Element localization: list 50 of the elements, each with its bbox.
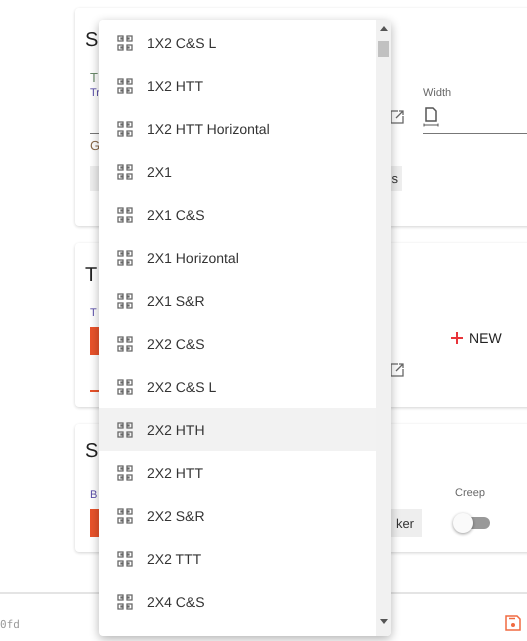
scroll-down-icon[interactable] <box>380 619 388 624</box>
menu-item[interactable]: 1X2 HTT <box>99 64 376 107</box>
menu-item[interactable]: 2X1 <box>99 150 376 193</box>
menu-item[interactable]: 2X2 C&S L <box>99 365 376 408</box>
card-title: S <box>85 28 98 53</box>
field-label: Width <box>423 86 452 100</box>
menu-item[interactable]: 2X1 S&R <box>99 279 376 322</box>
edit-icon[interactable] <box>390 363 404 377</box>
menu-item[interactable]: 1X2 C&S L <box>99 21 376 64</box>
grid-icon <box>117 120 133 136</box>
card-text: T <box>90 70 98 86</box>
field-label: B <box>90 488 98 502</box>
grid-icon <box>117 508 133 524</box>
scrollbar-thumb[interactable] <box>378 41 389 57</box>
width-icon <box>423 106 439 126</box>
scroll-up-icon[interactable] <box>380 26 388 31</box>
field-label: T <box>90 306 97 320</box>
grid-icon <box>117 164 133 180</box>
menu-item[interactable]: 2X2 HTH <box>99 408 376 451</box>
grid-icon <box>117 292 133 308</box>
grid-icon <box>117 78 133 94</box>
grid-icon <box>117 250 133 266</box>
menu-item[interactable]: 2X1 Horizontal <box>99 236 376 279</box>
menu-item[interactable]: 2X1 C&S <box>99 193 376 236</box>
grid-icon <box>117 422 133 438</box>
scrollbar[interactable] <box>376 20 391 636</box>
edit-icon[interactable] <box>390 110 404 124</box>
toggle-switch[interactable] <box>453 513 490 533</box>
id-text: 0fd <box>0 618 20 631</box>
menu-item[interactable]: 1X2 HTT Horizontal <box>99 107 376 150</box>
card-title: T <box>85 263 98 288</box>
grid-icon <box>117 594 133 610</box>
grid-icon <box>117 336 133 352</box>
plus-icon <box>451 332 463 344</box>
menu-item[interactable]: 2X2 S&R <box>99 494 376 537</box>
menu-item[interactable]: 2X2 HTT <box>99 451 376 494</box>
menu-item[interactable]: 2X4 C&S <box>99 580 376 623</box>
save-icon[interactable] <box>505 614 521 630</box>
menu-item[interactable]: 2X2 C&S <box>99 322 376 365</box>
switch-label: Creep <box>455 486 485 500</box>
grid-icon <box>117 550 133 566</box>
card-title: S <box>85 439 98 464</box>
grid-icon <box>117 34 133 50</box>
menu-item[interactable]: 2X2 TTT <box>99 537 376 580</box>
grid-icon <box>117 464 133 480</box>
grid-icon <box>117 206 133 222</box>
field-label: Tr <box>90 86 100 100</box>
new-button[interactable]: NEW <box>451 330 502 346</box>
section-label: G <box>90 138 100 154</box>
grid-icon <box>117 378 133 394</box>
